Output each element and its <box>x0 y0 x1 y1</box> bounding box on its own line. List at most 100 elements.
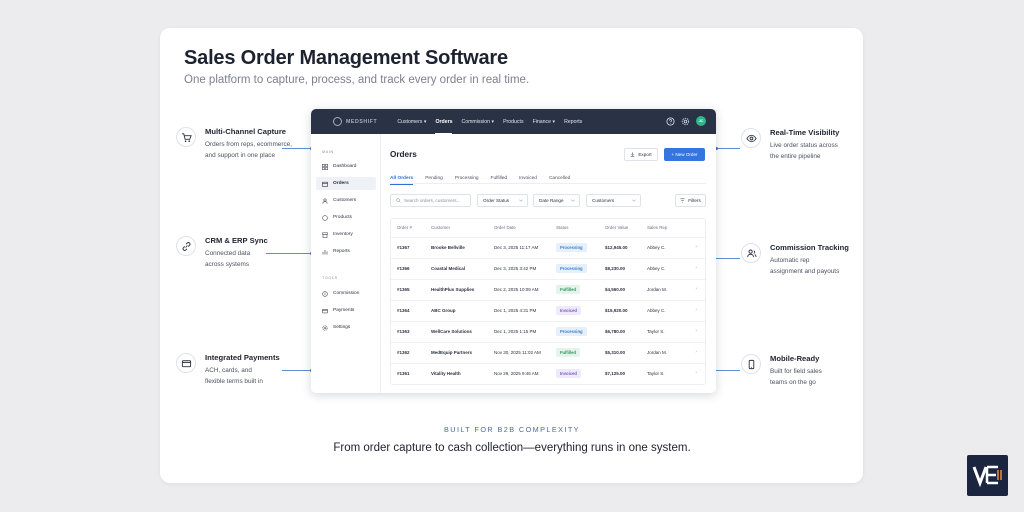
top-bar-actions: JC <box>660 116 706 126</box>
tab-all-orders[interactable]: All Orders <box>390 171 414 185</box>
status-badge: Fulfilled <box>556 285 581 294</box>
table-row[interactable]: #1367 Brooke Bellville Dec 3, 2025 11:17 A… <box>391 237 705 258</box>
order-date: Dec 1, 2025 4:31 PM <box>494 308 537 313</box>
customers-select[interactable]: Customers <box>586 194 641 207</box>
nav-commission[interactable]: Commission ▾ <box>461 109 494 134</box>
date-range-select[interactable]: Date Range <box>533 194 580 207</box>
order-status-select[interactable]: Order Status <box>477 194 528 207</box>
customer-name: MedEquip Partners <box>431 350 473 355</box>
new-order-button[interactable]: + New Order <box>664 148 705 161</box>
chevron-down-icon <box>519 198 523 203</box>
avatar[interactable]: JC <box>696 116 706 126</box>
order-value: $12,945.00 <box>605 245 628 250</box>
tag-icon <box>322 214 328 221</box>
table-header: Order # Customer Order Date Status Order… <box>391 219 705 237</box>
feature-title: Commission Tracking <box>770 243 849 252</box>
sidebar-item-orders[interactable]: Orders <box>316 177 376 190</box>
filters-button[interactable]: Filters <box>675 194 706 207</box>
order-number: #1363 <box>397 329 410 334</box>
chevron-right-icon[interactable]: › <box>695 370 697 376</box>
nav-label: Reports <box>564 118 583 125</box>
sidebar-item-label: Customers <box>333 198 357 203</box>
feature-crm-sync: CRM & ERP Sync Connected data across sys… <box>176 236 268 270</box>
section-kicker: BUILT FOR B2B COMPLEXITY <box>444 425 580 434</box>
sidebar-item-commission[interactable]: Commission <box>316 287 376 300</box>
col-status[interactable]: Status <box>556 225 568 230</box>
filter-icon <box>680 198 685 203</box>
gear-icon[interactable] <box>681 117 690 126</box>
sidebar: MAIN Dashboard Orders Customers Products… <box>311 134 381 393</box>
chevron-right-icon[interactable]: › <box>695 265 697 271</box>
connector-line <box>716 370 740 371</box>
sidebar-item-settings[interactable]: Settings <box>316 321 376 334</box>
sales-rep: Abbey C. <box>647 266 666 271</box>
orders-table: Order # Customer Order Date Status Order… <box>390 218 706 385</box>
sidebar-item-products[interactable]: Products <box>316 211 376 224</box>
status-badge: Processing <box>556 264 587 273</box>
chevron-right-icon[interactable]: › <box>695 244 697 250</box>
nav-reports[interactable]: Reports <box>564 109 582 134</box>
col-order-number[interactable]: Order # <box>397 225 412 230</box>
chevron-right-icon[interactable]: › <box>695 349 697 355</box>
connector-line <box>716 148 740 149</box>
sales-rep: Jordan M. <box>647 287 668 292</box>
export-button[interactable]: Export <box>624 148 658 161</box>
chevron-right-icon[interactable]: › <box>695 307 697 313</box>
status-tabs: All Orders Pending Processing Fulfilled … <box>390 171 706 185</box>
tab-invoiced[interactable]: Invoiced <box>519 171 537 184</box>
nav-products[interactable]: Products <box>503 109 523 134</box>
search-input[interactable]: Search orders, customers... <box>390 194 471 207</box>
order-number: #1366 <box>397 266 410 271</box>
table-row[interactable]: #1364 ABC Group Dec 1, 2025 4:31 PM $15,920… <box>391 300 705 321</box>
order-number: #1361 <box>397 371 410 376</box>
sidebar-item-dashboard[interactable]: Dashboard <box>316 160 376 173</box>
order-number: #1362 <box>397 350 410 355</box>
nav-orders[interactable]: Orders <box>435 109 453 134</box>
order-date: Nov 30, 2025 11:02 AM <box>494 350 541 355</box>
tab-cancelled[interactable]: Cancelled <box>549 171 570 184</box>
sidebar-item-customers[interactable]: Customers <box>316 194 376 207</box>
tab-processing[interactable]: Processing <box>455 171 479 184</box>
feature-desc: Orders from reps, ecommerce, and support… <box>205 141 293 159</box>
logo-mark-icon <box>333 117 342 126</box>
col-sales-rep[interactable]: Sales Rep <box>647 225 667 230</box>
nav-customers[interactable]: Customers ▾ <box>397 109 426 134</box>
table-row[interactable]: #1363 WellCare Solutions Dec 1, 2025 1:15 … <box>391 321 705 342</box>
table-row[interactable]: #1366 Coastal Medical Dec 3, 2025 3:42 PM $… <box>391 258 705 279</box>
box-icon <box>322 181 328 187</box>
sidebar-item-inventory[interactable]: Inventory <box>316 228 376 241</box>
col-order-date[interactable]: Order Date <box>494 225 516 230</box>
feature-title: Real-Time Visibility <box>770 128 840 137</box>
order-number: #1367 <box>397 245 410 250</box>
app-window: MEDSHIFT Customers ▾ Orders Commission ▾… <box>311 109 716 393</box>
tab-fulfilled[interactable]: Fulfilled <box>491 171 508 184</box>
connector-line <box>716 258 740 259</box>
select-label: Date Range <box>539 198 564 203</box>
order-value: $7,125.00 <box>605 371 626 376</box>
chevron-right-icon[interactable]: › <box>695 328 697 334</box>
feature-desc: Live order status across the entire pipe… <box>770 142 838 160</box>
order-date: Dec 2, 2025 10:09 AM <box>494 287 539 292</box>
nav-label: Customers <box>397 118 423 125</box>
nav-label: Commission <box>461 118 491 125</box>
table-row[interactable]: #1362 MedEquip Partners Nov 30, 2025 11:02… <box>391 342 705 363</box>
order-value: $15,920.00 <box>605 308 628 313</box>
connector-line <box>282 148 312 149</box>
card-icon <box>322 308 328 314</box>
customer-name: ABC Group <box>431 308 456 313</box>
download-icon <box>630 152 635 157</box>
app-logo[interactable]: MEDSHIFT <box>333 117 377 126</box>
feature-desc: Automatic rep assignment and payouts <box>770 257 840 275</box>
nav-finance[interactable]: Finance ▾ <box>533 109 556 134</box>
col-customer[interactable]: Customer <box>431 225 450 230</box>
order-date: Dec 3, 2025 3:42 PM <box>494 266 537 271</box>
table-row[interactable]: #1365 HealthPlus Supplies Dec 2, 2025 10:0… <box>391 279 705 300</box>
help-icon[interactable] <box>666 116 675 126</box>
sidebar-item-payments[interactable]: Payments <box>316 304 376 317</box>
table-row[interactable]: #1361 Vitality Health Nov 29, 2025 9:46 AM… <box>391 363 705 384</box>
tab-pending[interactable]: Pending <box>425 171 443 184</box>
chevron-right-icon[interactable]: › <box>695 286 697 292</box>
sidebar-item-reports[interactable]: Reports <box>316 245 376 258</box>
col-order-value[interactable]: Order Value <box>605 225 628 230</box>
eye-icon <box>741 128 761 148</box>
